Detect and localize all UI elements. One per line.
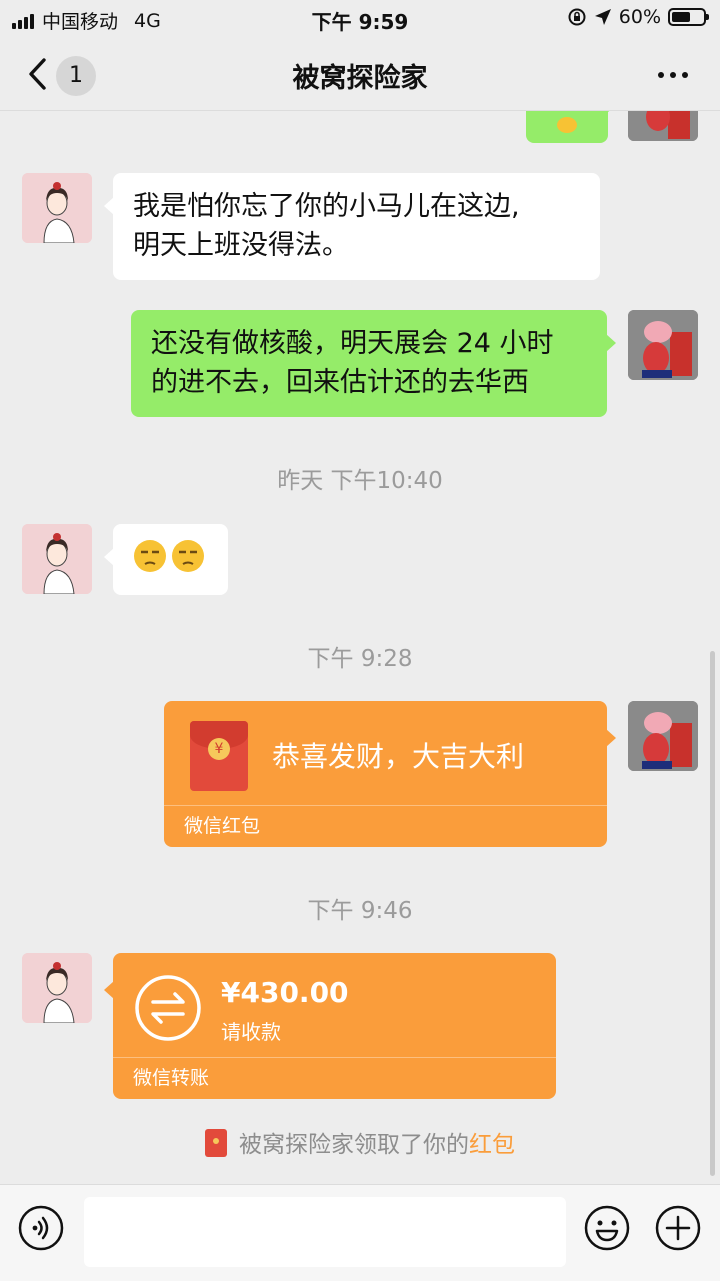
transfer-note: 请收款 [221,1020,281,1044]
system-notice: 被窝探险家领取了你的红包 [0,1125,720,1159]
more-dots-icon[interactable] [658,72,688,78]
red-packet-footer: 微信红包 [164,805,607,847]
red-packet-greeting: 恭喜发财，大吉大利 [272,740,525,773]
chat-title: 被窝探险家 [292,63,428,94]
unamused-emoji-icon [133,539,208,573]
timestamp: 下午 9:46 [307,898,413,924]
avatar-other[interactable] [22,953,92,1023]
battery-icon [668,8,709,26]
input-bar [0,1184,720,1281]
plus-icon[interactable] [655,1205,701,1251]
emoji-icon[interactable] [584,1205,630,1251]
timestamp: 下午 9:28 [307,646,413,672]
message-bubble-other[interactable]: 😒😒 [104,524,228,595]
red-packet-card[interactable]: ¥ 恭喜发财，大吉大利 微信红包 [164,701,616,847]
message-bubble-other[interactable]: 我是怕你忘了你的小马儿在这边, 明天上班没得法。 [104,173,600,280]
scrollbar[interactable] [710,651,715,1176]
hand-emoji-icon [557,117,577,133]
chat-header: 1 被窝探险家 [0,38,720,111]
transfer-card[interactable]: ¥430.00 请收款 微信转账 [104,953,556,1099]
avatar-other[interactable] [22,524,92,594]
message-text: 还没有做核酸，明天展会 24 小时 的进不去，回来估计还的去华西 [151,328,554,398]
location-icon [594,9,611,25]
message-list[interactable]: 我是怕你忘了你的小马儿在这边, 明天上班没得法。 还没有做核酸，明天展会 24 … [0,111,720,1184]
message-text: 我是怕你忘了你的小马儿在这边, 明天上班没得法。 [133,191,520,261]
red-envelope-icon [205,1129,227,1157]
battery-percent: 60% [618,6,661,28]
voice-icon[interactable] [18,1205,64,1251]
rotation-lock-icon [568,8,586,26]
message-bubble-me[interactable]: 还没有做核酸，明天展会 24 小时 的进不去，回来估计还的去华西 [131,310,616,417]
avatar-me[interactable] [628,701,698,771]
message-input[interactable] [84,1197,566,1267]
transfer-footer: 微信转账 [113,1057,556,1099]
transfer-arrows-icon [135,975,201,1041]
status-bar: 中国移动 4G 下午 9:59 60% [0,0,720,38]
avatar-me[interactable] [628,310,698,380]
avatar-other[interactable] [22,173,92,243]
timestamp: 昨天 下午10:40 [277,468,443,494]
message-bubble-partial[interactable] [526,111,617,143]
red-packet-link[interactable]: 红包 [469,1132,515,1158]
transfer-amount: ¥430.00 [221,976,349,1009]
avatar-me[interactable] [628,111,698,141]
red-envelope-icon: ¥ [190,721,248,791]
